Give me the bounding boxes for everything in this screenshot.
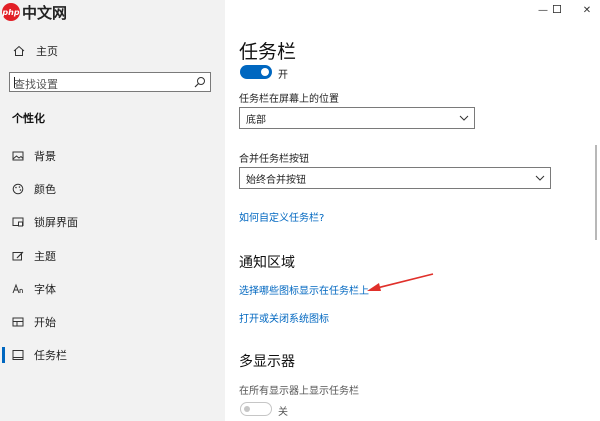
search-input[interactable]: [10, 75, 190, 94]
nav-home[interactable]: 主页: [12, 43, 58, 59]
sidebar-item-label: 任务栏: [34, 349, 67, 362]
sidebar-item-label: 背景: [34, 150, 56, 163]
toggle-state-label: 关: [278, 407, 288, 418]
sidebar-item-taskbar[interactable]: 任务栏: [0, 344, 225, 366]
nav-home-label: 主页: [36, 45, 58, 58]
search-box[interactable]: [9, 72, 211, 94]
taskbar-toggle[interactable]: [240, 65, 272, 79]
site-watermark: php 中文网: [2, 1, 67, 23]
font-icon: [11, 282, 25, 296]
php-logo-badge: php: [2, 3, 20, 21]
search-icon[interactable]: [193, 75, 207, 89]
scrollbar[interactable]: [595, 145, 597, 240]
sidebar-item-background[interactable]: 背景: [0, 145, 225, 167]
combine-label: 合并任务栏按钮: [239, 154, 309, 165]
home-icon: [12, 44, 26, 58]
red-arrow-annotation: [367, 273, 434, 291]
maximize-icon: [553, 4, 561, 16]
position-label: 任务栏在屏幕上的位置: [239, 94, 339, 105]
sidebar-item-start[interactable]: 开始: [0, 311, 225, 333]
system-icons-link[interactable]: 打开或关闭系统图标: [239, 310, 329, 325]
select-icons-link[interactable]: 选择哪些图标显示在任务栏上: [239, 282, 369, 297]
sidebar-item-themes[interactable]: 主题: [0, 245, 225, 267]
sidebar-item-label: 主题: [34, 250, 56, 263]
sidebar-item-label: 字体: [34, 283, 56, 296]
position-select[interactable]: 底部: [239, 107, 475, 129]
active-indicator: [2, 347, 5, 363]
sidebar-item-label: 颜色: [34, 183, 56, 196]
watermark-text: 中文网: [22, 3, 68, 22]
page-title: 任务栏: [239, 41, 297, 63]
palette-icon: [11, 182, 25, 196]
chevron-down-icon: [535, 173, 545, 186]
sidebar-item-colors[interactable]: 颜色: [0, 178, 225, 200]
notification-area-heading: 通知区域: [239, 255, 295, 271]
show-all-displays-toggle[interactable]: [240, 402, 272, 416]
theme-icon: [11, 249, 25, 263]
toggle-state-label: 开: [278, 70, 288, 81]
show-all-displays-label: 在所有显示器上显示任务栏: [239, 386, 359, 397]
start-icon: [11, 315, 25, 329]
sidebar-item-fonts[interactable]: 字体: [0, 278, 225, 300]
main-panel: — ✕ 任务栏 开 任务栏在屏幕上的位置 底部 合并任务栏按钮 始终合并按钮 如…: [225, 0, 600, 421]
position-select-value: 底部: [246, 114, 266, 126]
customize-taskbar-link[interactable]: 如何自定义任务栏?: [239, 209, 324, 224]
close-button[interactable]: ✕: [579, 2, 595, 18]
sidebar: php 中文网 主页 个性化 背景 颜色 锁屏界面: [0, 0, 225, 421]
taskbar-icon: [11, 348, 25, 362]
maximize-button[interactable]: [545, 2, 569, 18]
combine-select-value: 始终合并按钮: [246, 174, 306, 186]
sidebar-item-label: 开始: [34, 316, 56, 329]
multiple-displays-heading: 多显示器: [239, 354, 295, 370]
chevron-down-icon: [459, 113, 469, 126]
sidebar-item-lock-screen[interactable]: 锁屏界面: [0, 211, 225, 233]
image-icon: [11, 149, 25, 163]
section-title: 个性化: [12, 112, 45, 125]
sidebar-item-label: 锁屏界面: [34, 216, 78, 229]
combine-select[interactable]: 始终合并按钮: [239, 167, 551, 189]
text-caret: [14, 77, 15, 88]
lock-screen-icon: [11, 215, 25, 229]
